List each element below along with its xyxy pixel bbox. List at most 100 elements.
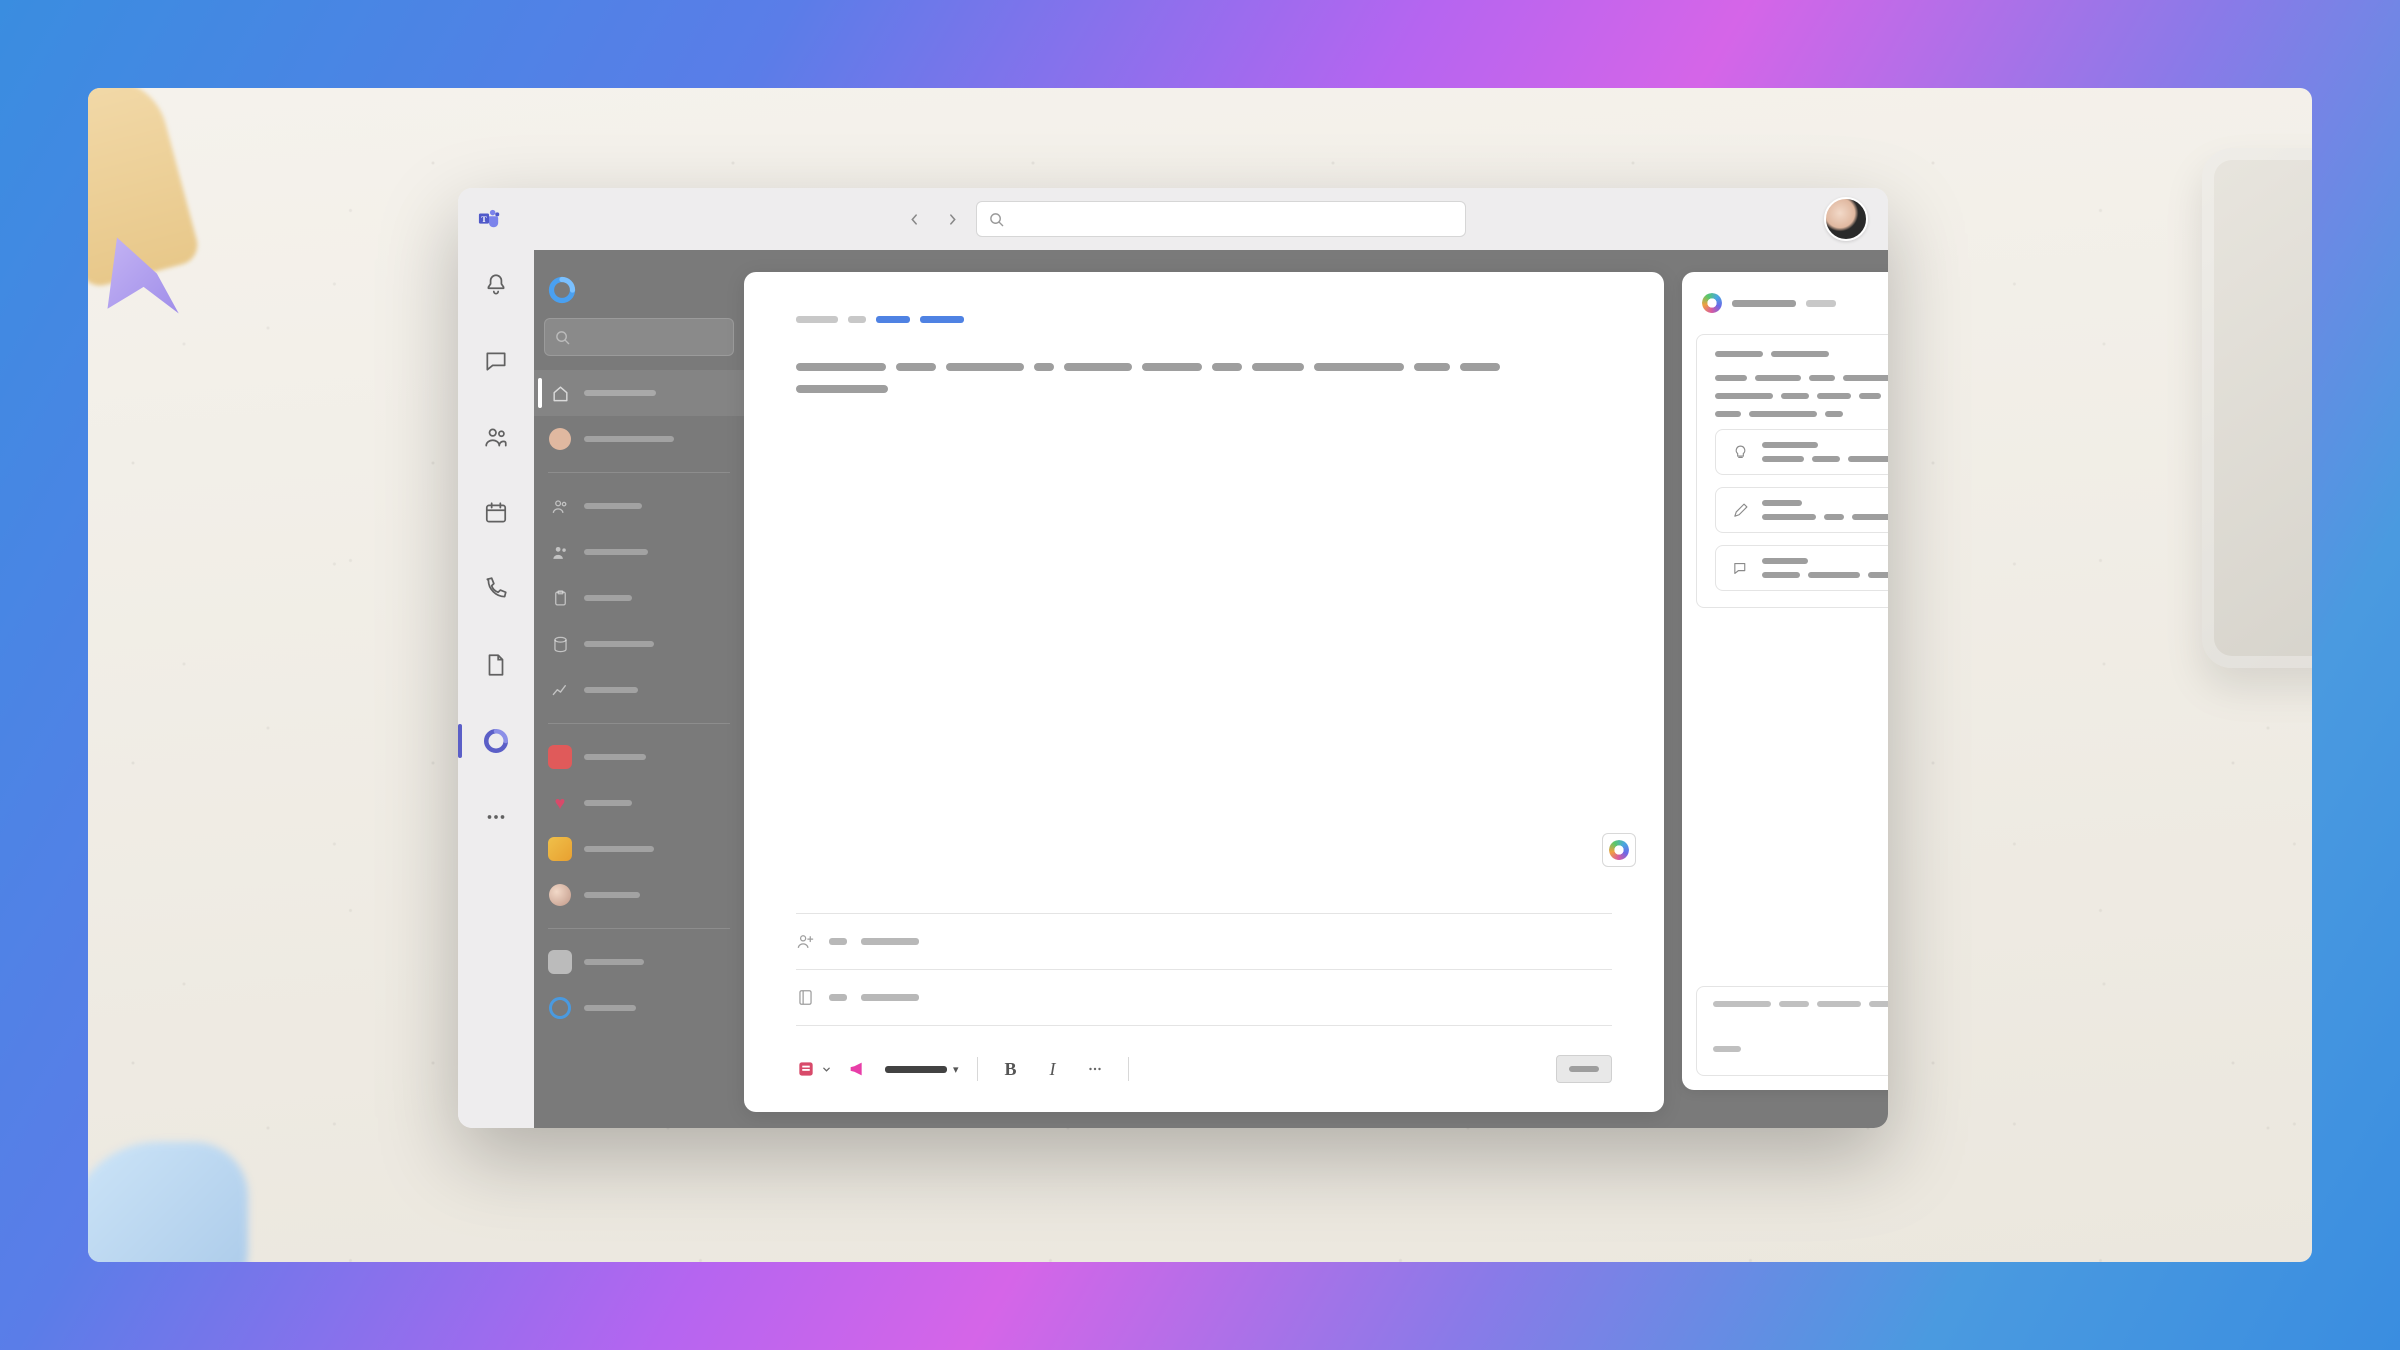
phone-icon bbox=[483, 576, 509, 602]
rail-calendar[interactable] bbox=[466, 490, 526, 536]
file-icon bbox=[483, 652, 509, 678]
sidebar-pinned-e[interactable] bbox=[534, 939, 744, 985]
bell-icon bbox=[483, 272, 509, 298]
avatar-icon bbox=[549, 428, 571, 450]
italic-button[interactable]: I bbox=[1038, 1054, 1068, 1084]
notebook-icon bbox=[796, 988, 815, 1007]
copilot-title bbox=[1732, 300, 1796, 307]
sidebar-pinned-f[interactable] bbox=[534, 985, 744, 1031]
rail-teams[interactable] bbox=[466, 414, 526, 460]
crumb-3[interactable] bbox=[920, 316, 964, 323]
search-input[interactable] bbox=[1014, 211, 1453, 227]
rail-activity[interactable] bbox=[466, 262, 526, 308]
insert-component-button[interactable] bbox=[796, 1054, 831, 1084]
nav-forward-button[interactable] bbox=[938, 205, 966, 233]
copilot-panel-header bbox=[1682, 272, 1888, 334]
teams-app-window: T bbox=[458, 188, 1888, 1128]
people-solid-icon bbox=[548, 540, 572, 564]
page-toolbar: ▾ B I bbox=[796, 1026, 1612, 1084]
announce-button[interactable] bbox=[843, 1054, 873, 1084]
rail-loop[interactable] bbox=[466, 718, 526, 764]
clipboard-icon bbox=[548, 586, 572, 610]
titlebar: T bbox=[458, 188, 1888, 250]
promo-scene-backdrop: T bbox=[88, 88, 2312, 1262]
font-picker[interactable]: ▾ bbox=[885, 1063, 959, 1076]
crumb-2[interactable] bbox=[876, 316, 910, 323]
app-rail bbox=[458, 250, 534, 1128]
copilot-prompt-input[interactable] bbox=[1696, 986, 1888, 1076]
copilot-icon bbox=[1609, 840, 1629, 860]
crumb-sep bbox=[848, 316, 866, 323]
toolbar-more-button[interactable] bbox=[1080, 1054, 1110, 1084]
copilot-icon bbox=[1702, 293, 1722, 313]
search-box[interactable] bbox=[976, 201, 1466, 237]
sidebar-people[interactable] bbox=[534, 529, 744, 575]
sidebar-pinned-d[interactable] bbox=[534, 872, 744, 918]
copilot-panel bbox=[1682, 272, 1888, 1090]
rail-files[interactable] bbox=[466, 642, 526, 688]
scene-prop-clay bbox=[88, 1142, 248, 1262]
breadcrumb[interactable] bbox=[796, 316, 1612, 323]
circle-icon bbox=[549, 997, 571, 1019]
sidebar-recent-person[interactable] bbox=[534, 416, 744, 462]
sidebar-shared[interactable] bbox=[534, 483, 744, 529]
rail-chat[interactable] bbox=[466, 338, 526, 384]
bulb-icon bbox=[1730, 442, 1750, 462]
badge-icon bbox=[548, 837, 572, 861]
sidebar-pinned-b[interactable]: ♥ bbox=[534, 780, 744, 826]
home-icon bbox=[548, 381, 572, 405]
user-avatar[interactable] bbox=[1824, 197, 1868, 241]
chevron-down-icon: ▾ bbox=[953, 1063, 959, 1076]
sidebar-tasks[interactable] bbox=[534, 575, 744, 621]
loop-icon bbox=[483, 728, 509, 754]
chevron-down-icon bbox=[822, 1065, 831, 1074]
copilot-intro-block bbox=[1696, 334, 1888, 608]
document-body[interactable] bbox=[796, 363, 1612, 393]
loop-workspace-logo bbox=[548, 276, 576, 304]
sidebar-search[interactable] bbox=[544, 318, 734, 356]
loop-sidebar: ♥ bbox=[534, 272, 744, 1112]
copilot-suggestion-2[interactable] bbox=[1715, 487, 1888, 533]
sidebar-home[interactable] bbox=[534, 370, 744, 416]
loop-page: ▾ B I bbox=[744, 272, 1664, 1112]
search-icon bbox=[989, 212, 1004, 227]
search-icon bbox=[555, 330, 570, 345]
badge-icon bbox=[548, 950, 572, 974]
avatar-icon bbox=[549, 884, 571, 906]
sidebar-data[interactable] bbox=[534, 621, 744, 667]
svg-text:T: T bbox=[481, 215, 487, 224]
bold-button[interactable]: B bbox=[996, 1054, 1026, 1084]
more-icon bbox=[483, 804, 509, 830]
chat-icon bbox=[483, 348, 509, 374]
people-icon bbox=[483, 424, 509, 450]
pencil-icon bbox=[1730, 500, 1750, 520]
copilot-suggestion-3[interactable] bbox=[1715, 545, 1888, 591]
trend-icon bbox=[548, 678, 572, 702]
crumb-1[interactable] bbox=[796, 316, 838, 323]
rail-calls[interactable] bbox=[466, 566, 526, 612]
notes-row[interactable] bbox=[796, 970, 1612, 1026]
sidebar-pinned-a[interactable] bbox=[534, 734, 744, 780]
teams-logo: T bbox=[478, 208, 500, 230]
more-icon bbox=[1086, 1060, 1104, 1078]
sidebar-trends[interactable] bbox=[534, 667, 744, 713]
chat-bubble-icon bbox=[1730, 558, 1750, 578]
scene-prop-brush bbox=[88, 88, 202, 290]
rail-more[interactable] bbox=[466, 794, 526, 840]
people-plus-icon bbox=[796, 932, 815, 951]
copilot-suggestion-1[interactable] bbox=[1715, 429, 1888, 475]
copilot-subtitle bbox=[1806, 300, 1836, 307]
nav-back-button[interactable] bbox=[900, 205, 928, 233]
component-icon bbox=[796, 1059, 816, 1079]
badge-icon bbox=[548, 745, 572, 769]
attendees-row[interactable] bbox=[796, 914, 1612, 970]
heart-icon: ♥ bbox=[555, 793, 566, 814]
loop-workspace: ♥ bbox=[534, 250, 1888, 1128]
sidebar-pinned-c[interactable] bbox=[534, 826, 744, 872]
publish-button[interactable] bbox=[1556, 1055, 1612, 1083]
calendar-icon bbox=[483, 500, 509, 526]
people-outline-icon bbox=[548, 494, 572, 518]
copilot-page-button[interactable] bbox=[1602, 833, 1636, 867]
database-icon bbox=[548, 632, 572, 656]
megaphone-icon bbox=[847, 1058, 869, 1080]
